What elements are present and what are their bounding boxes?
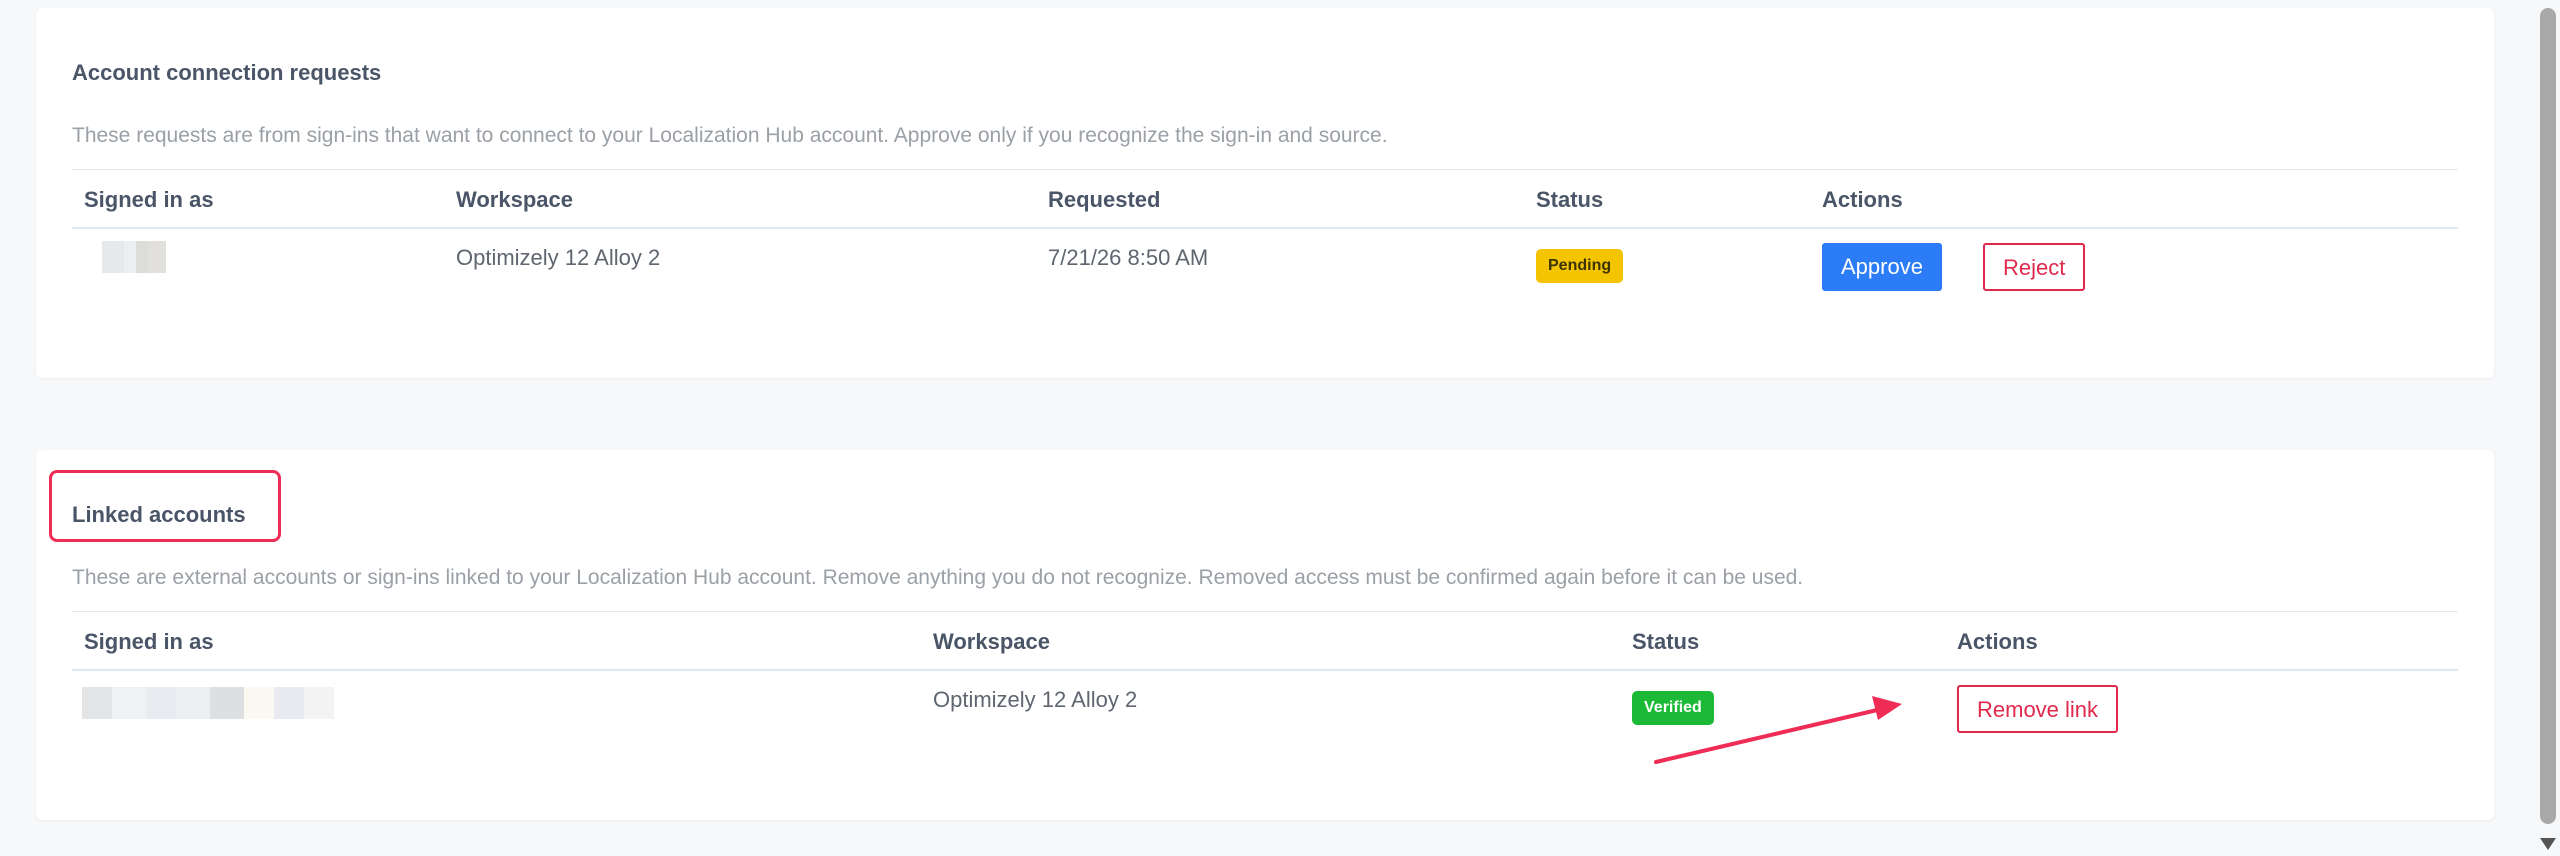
vertical-scrollbar[interactable]: [2532, 0, 2560, 856]
arrow-icon: [1654, 696, 1902, 764]
scrollbar-thumb[interactable]: [2540, 8, 2556, 824]
chevron-down-icon[interactable]: [2540, 838, 2556, 850]
